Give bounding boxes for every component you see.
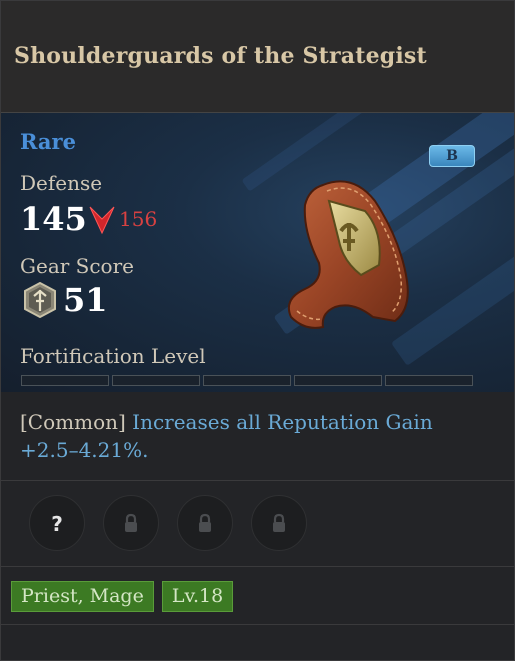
rarity-label: Rare (20, 129, 76, 154)
effect-value: +2.5–4.21%. (20, 438, 149, 462)
item-stats-panel: Rare B Defense 145 156 Gear Score 51 For… (1, 113, 514, 392)
effect-text: Increases all Reputation Gain (132, 410, 433, 434)
socket-slot-locked[interactable] (103, 495, 159, 551)
fortification-label: Fortification Level (20, 344, 206, 368)
socket-slot-unknown[interactable]: ? (29, 495, 85, 551)
question-mark-icon: ? (51, 512, 63, 535)
defense-label: Defense (20, 171, 103, 195)
shoulderguard-item-image (287, 180, 409, 329)
fortification-progress (21, 375, 473, 386)
effect-tier: [Common] (20, 410, 126, 434)
item-name: Shoulderguards of the Strategist (14, 43, 427, 69)
svg-text:?: ? (51, 512, 63, 535)
fortification-segment (21, 375, 109, 386)
gear-score-emblem-icon (24, 282, 56, 318)
level-requirement-tag: Lv.18 (161, 581, 234, 612)
divider (1, 624, 514, 625)
divider (1, 566, 514, 567)
down-arrow-icon (89, 206, 115, 235)
socket-row: ? (29, 495, 307, 551)
tooltip-header: Shoulderguards of the Strategist (1, 1, 514, 113)
item-tooltip: Shoulderguards of the Strategist Rare B … (0, 0, 515, 661)
fortification-segment (112, 375, 200, 386)
item-effect: [Common] Increases all Reputation Gain +… (20, 408, 500, 464)
gear-score-label: Gear Score (20, 254, 134, 278)
lock-icon (199, 513, 211, 532)
socket-slot-locked[interactable] (177, 495, 233, 551)
class-requirement-tag: Priest, Mage (11, 581, 154, 612)
lock-icon (273, 513, 285, 532)
fortification-segment (385, 375, 473, 386)
divider (1, 480, 514, 481)
grade-badge: B (429, 145, 475, 167)
fortification-segment (203, 375, 291, 386)
gear-score-value: 51 (63, 281, 108, 319)
fortification-segment (294, 375, 382, 386)
requirements-row: Priest, Mage Lv.18 (11, 581, 234, 612)
lock-icon (125, 513, 137, 532)
defense-compare-value: 156 (119, 207, 158, 231)
socket-slot-locked[interactable] (251, 495, 307, 551)
defense-value: 145 (20, 200, 87, 238)
